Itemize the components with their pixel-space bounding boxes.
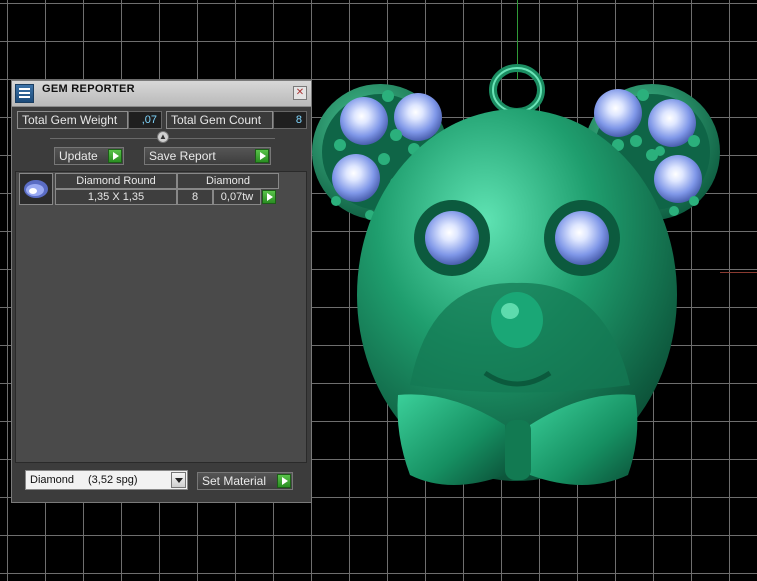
gem-size-cell: 1,35 X 1,35 [55,189,177,205]
play-arrow-icon [108,149,122,163]
gem-reporter-icon [15,84,34,103]
total-gem-count-label: Total Gem Count [166,111,273,129]
play-arrow-icon [255,149,269,163]
material-spg: (3,52 spg) [88,474,138,486]
play-arrow-icon[interactable] [262,190,276,204]
bail-ring [489,64,545,116]
panel-titlebar[interactable]: GEM REPORTER ✕ [12,81,311,107]
gem-type-cell: Diamond [177,173,279,189]
play-arrow-icon [277,474,291,488]
update-button[interactable]: Update [54,147,124,165]
material-select[interactable]: Diamond (3,52 spg) [25,470,188,490]
panel-title: GEM REPORTER [42,83,135,95]
set-material-button[interactable]: Set Material [197,472,293,490]
material-name: Diamond [30,474,75,486]
teddy-bear-pendant-model[interactable] [300,55,757,525]
gem-list[interactable] [15,171,307,463]
collapse-up-icon[interactable]: ▲ [157,131,169,143]
close-icon[interactable]: ✕ [293,86,307,100]
gem-count-cell: 8 [177,189,213,205]
update-button-label: Update [59,149,98,163]
total-gem-weight-value: ,07 [128,111,162,129]
gem-name-cell: Diamond Round [55,173,177,189]
save-report-button[interactable]: Save Report [144,147,271,165]
gem-reporter-panel: GEM REPORTER ✕ Total Gem Weight ,07 Tota… [11,80,312,503]
set-material-button-label: Set Material [202,474,267,488]
round-diamond-icon [19,173,53,205]
gem-weight-cell: 0,07tw [213,189,261,205]
save-report-button-label: Save Report [149,149,216,163]
gem-row[interactable]: Diamond Round Diamond 1,35 X 1,35 8 0,07… [19,173,279,205]
total-gem-weight-label: Total Gem Weight [17,111,128,129]
total-gem-count-value: 8 [273,111,307,129]
chevron-down-icon[interactable] [171,472,186,488]
